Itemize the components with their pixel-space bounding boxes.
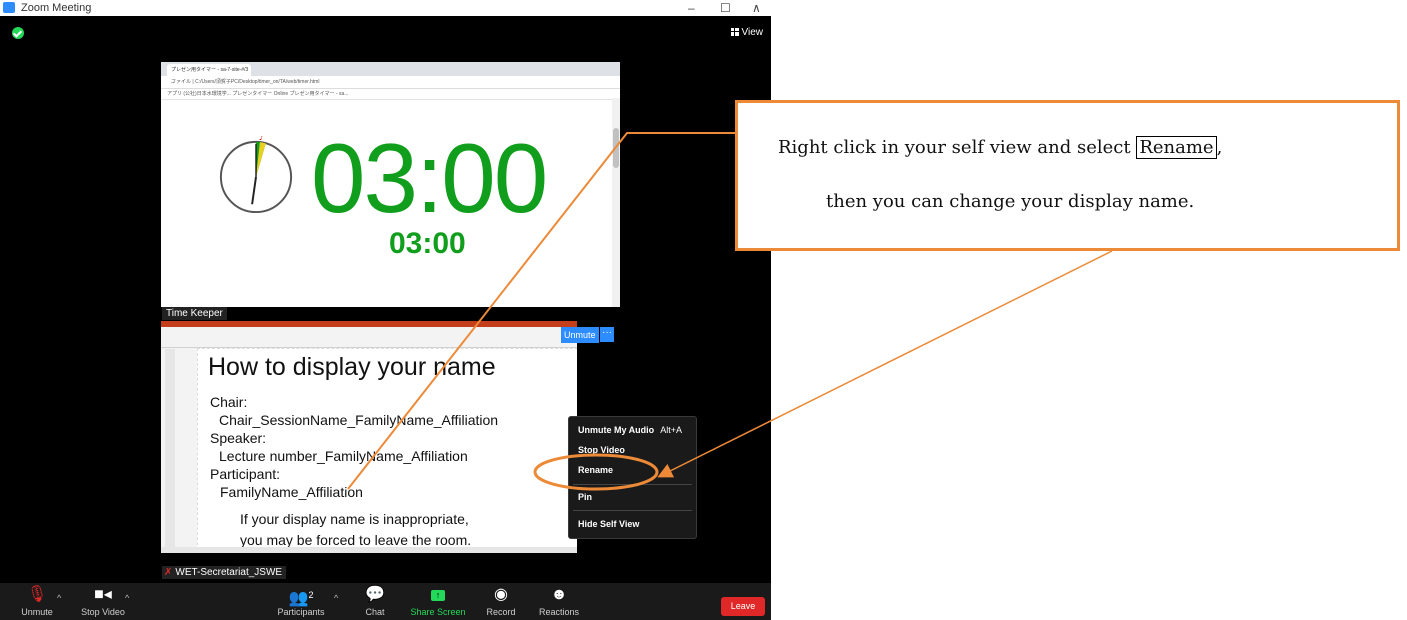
record-label: Record <box>486 607 516 617</box>
menu-item-stop-video[interactable]: Stop Video <box>578 445 625 455</box>
participants-options-chevron-icon[interactable]: ^ <box>334 593 338 603</box>
video-camera-icon: ■◂ <box>94 586 112 603</box>
muted-mic-icon: 🎙 <box>26 586 48 603</box>
chat-label: Chat <box>365 607 385 617</box>
browser-bookmarks-bar[interactable]: アプリ (公社)日本水環境学... プレゼンタイマー Online プレゼン用タ… <box>161 89 620 100</box>
callout-highlight-rename: Rename <box>1136 136 1217 159</box>
participants-icon-wrap: 👥2 <box>274 585 328 607</box>
participant-name-label: ✗ WET-Secretariat_JSWE <box>162 566 287 579</box>
slide-body: Chair: Chair_SessionName_FamilyName_Affi… <box>210 393 498 501</box>
stopwatch-icon: ♪ <box>219 136 293 214</box>
callout-comma: , <box>1216 137 1223 158</box>
menu-separator <box>573 484 692 485</box>
callout-line-1: Right click in your self view and select… <box>778 136 1223 159</box>
leave-button[interactable]: Leave <box>721 597 765 616</box>
menu-item-hide-self-view[interactable]: Hide Self View <box>578 519 639 529</box>
collapse-button[interactable]: ∧ <box>752 0 761 16</box>
participant-name: WET-Secretariat_JSWE <box>175 567 283 578</box>
share-screen-button[interactable]: ↑ Share Screen <box>410 585 466 619</box>
slide-line: FamilyName_Affiliation <box>220 484 363 500</box>
window-title: Zoom Meeting <box>21 2 92 14</box>
view-button-label: View <box>741 27 764 38</box>
reactions-label: Reactions <box>538 607 580 617</box>
menu-item-unmute-my-audio[interactable]: Unmute My Audio Alt+A <box>578 425 690 435</box>
chat-bubble-icon: 💬 <box>365 586 385 603</box>
presenter-name-label: Time Keeper <box>162 307 227 320</box>
self-view-more-button[interactable]: ··· <box>600 327 614 342</box>
emoji-reaction-icon: ☻ <box>550 586 568 603</box>
slide-note-line: If your display name is inappropriate, <box>240 511 469 527</box>
video-options-chevron-icon[interactable]: ^ <box>125 593 129 603</box>
audio-options-chevron-icon[interactable]: ^ <box>57 593 61 603</box>
menu-separator <box>573 510 692 511</box>
menu-item-shortcut: Alt+A <box>660 425 682 435</box>
slide-line: Chair: <box>210 394 248 410</box>
unmute-label: Unmute <box>21 607 53 617</box>
security-shield-icon[interactable] <box>12 27 24 39</box>
shared-screen: プレゼン用タイマー - sa-7-site-#/3 ... ファイル | C:/… <box>161 62 620 307</box>
countdown-timer: 03:00 <box>311 123 548 233</box>
stop-video-label: Stop Video <box>81 607 125 617</box>
meeting-toolbar: 🎙 Unmute ^ ■◂ Stop Video ^ 👥2 Participan… <box>0 583 771 620</box>
self-view[interactable]: How to display your name Chair: Chair_Se… <box>161 321 616 580</box>
context-menu: Unmute My Audio Alt+A Stop Video Rename … <box>568 416 697 539</box>
self-view-unmute-button[interactable]: Unmute <box>561 327 599 343</box>
menu-item-rename[interactable]: Rename <box>578 465 613 475</box>
callout-line-2: then you can change your display name. <box>826 191 1195 212</box>
participants-label: Participants <box>277 607 325 617</box>
countdown-timer-secondary: 03:00 <box>389 227 466 260</box>
slide-line: Speaker: <box>210 430 267 446</box>
record-button[interactable]: ◉ Record <box>484 585 518 619</box>
slide: How to display your name Chair: Chair_Se… <box>197 348 577 553</box>
record-icon: ◉ <box>494 586 508 603</box>
menu-item-pin[interactable]: Pin <box>578 492 592 502</box>
slide-note: If your display name is inappropriate, y… <box>240 509 471 551</box>
muted-mic-icon: ✗ <box>164 567 173 578</box>
menu-item-label: Unmute My Audio <box>578 425 655 435</box>
participants-button[interactable]: 👥2 Participants <box>274 585 328 619</box>
powerpoint-window: How to display your name Chair: Chair_Se… <box>161 321 577 553</box>
ppt-status-bar <box>161 547 577 553</box>
browser-tab-strip: プレゼン用タイマー - sa-7-site-#/3 ... <box>161 62 620 85</box>
unmute-button[interactable]: 🎙 Unmute <box>14 585 60 619</box>
share-screen-icon-wrap: ↑ <box>410 585 466 605</box>
title-bar: Zoom Meeting – ☐ ∧ <box>0 0 771 16</box>
slide-title: How to display your name <box>208 353 496 381</box>
slide-line: Lecture number_FamilyName_Affiliation <box>219 448 468 464</box>
grid-icon <box>730 28 739 36</box>
participants-count: 2 <box>308 590 314 600</box>
svg-text:♪: ♪ <box>259 136 264 142</box>
browser-scrollbar[interactable] <box>612 98 620 307</box>
zoom-app-icon <box>3 2 15 13</box>
callout-text: Right click in your self view and select <box>778 137 1137 158</box>
browser-address-bar[interactable]: ファイル | C:/Users/須賀子PC/Desktop/timer_on/T… <box>161 76 620 89</box>
minimize-button[interactable]: – <box>688 0 695 16</box>
maximize-button[interactable]: ☐ <box>720 0 731 16</box>
ppt-thumbnail-pane <box>165 349 175 549</box>
instruction-callout: Right click in your self view and select… <box>735 100 1400 251</box>
reactions-button[interactable]: ☻ Reactions <box>538 585 580 619</box>
browser-tab[interactable]: プレゼン用タイマー - sa-7-site-#/3 ... <box>167 64 251 85</box>
view-button[interactable]: View <box>730 27 764 38</box>
slide-line: Chair_SessionName_FamilyName_Affiliation <box>219 412 499 428</box>
share-screen-label: Share Screen <box>410 607 466 617</box>
chat-button[interactable]: 💬 Chat <box>360 585 390 619</box>
ppt-ribbon <box>161 327 577 348</box>
zoom-window: Zoom Meeting – ☐ ∧ View プレゼン用タイマー - sa-7… <box>0 0 771 620</box>
share-screen-icon: ↑ <box>431 590 445 601</box>
slide-line: Participant: <box>210 466 281 482</box>
stop-video-button[interactable]: ■◂ Stop Video <box>74 585 132 619</box>
